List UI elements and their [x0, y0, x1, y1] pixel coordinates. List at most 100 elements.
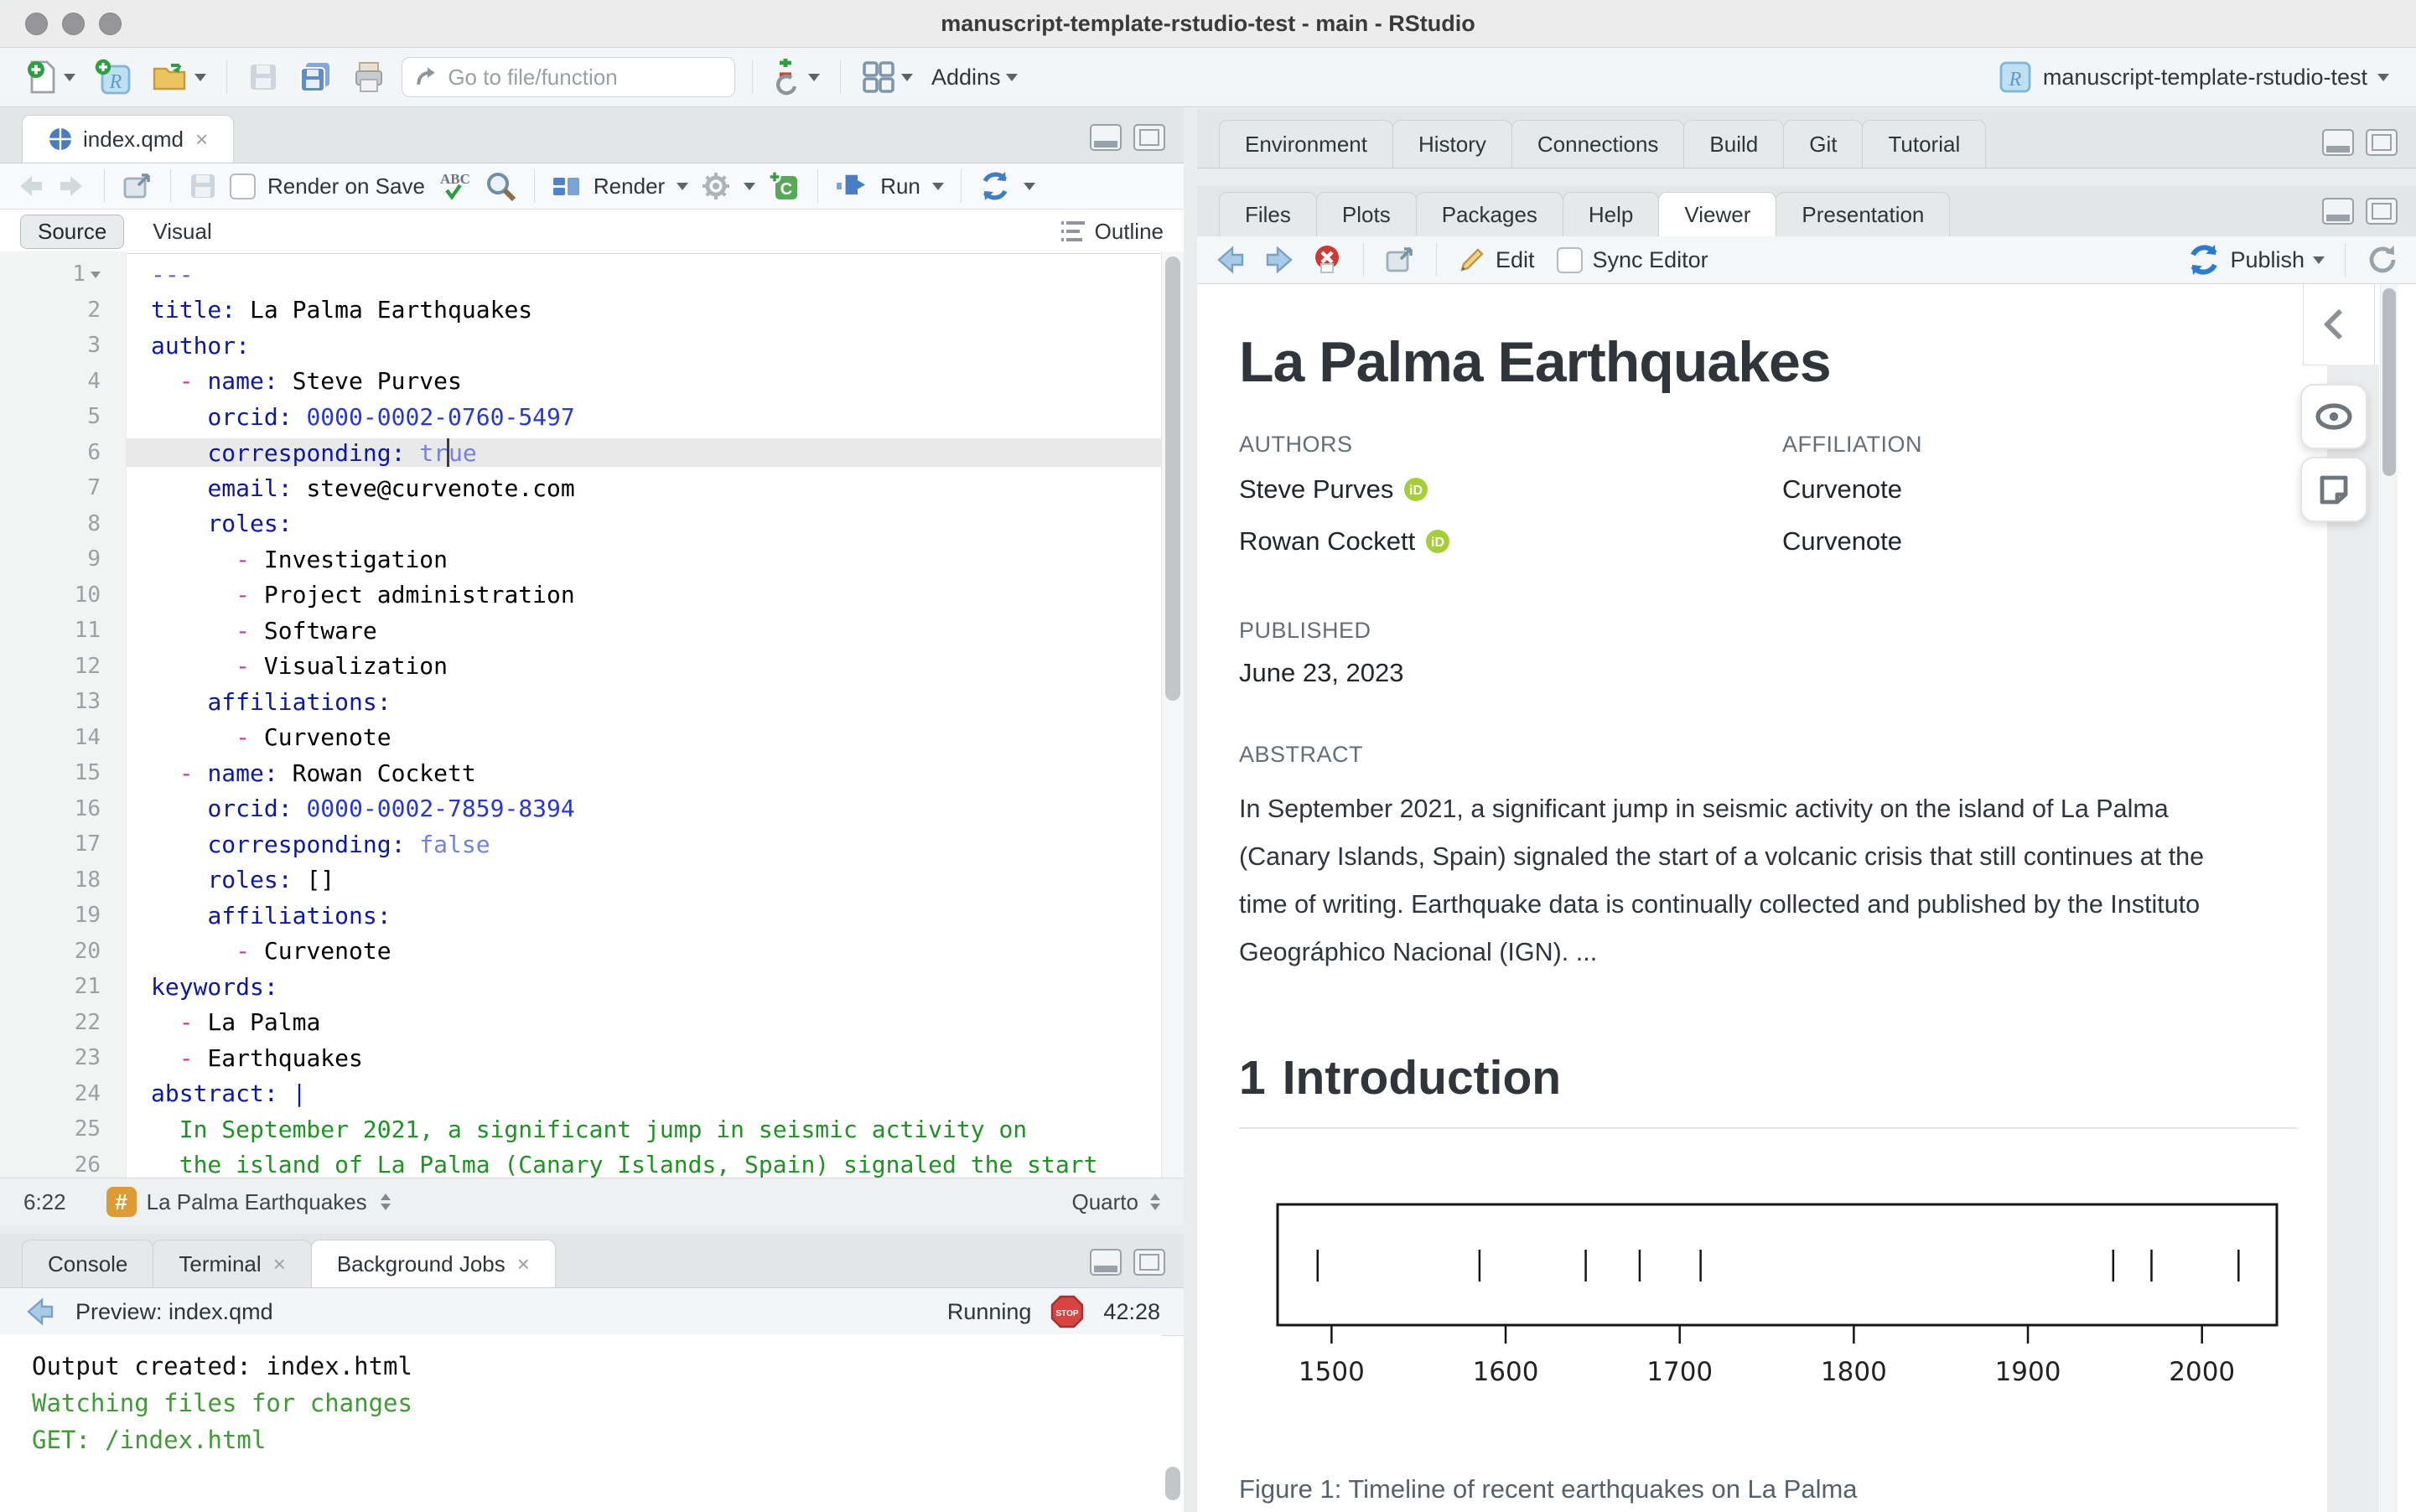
filetype-selector[interactable]: Quarto [1072, 1188, 1160, 1215]
outline-toggle[interactable]: Outline [1058, 219, 1164, 245]
viewer-forward-icon[interactable] [1262, 245, 1296, 275]
spellcheck-icon[interactable]: ABC [437, 168, 472, 204]
render-caret[interactable] [677, 183, 689, 196]
render-icon[interactable] [552, 171, 582, 201]
annotation-button[interactable] [2300, 457, 2367, 522]
code-line[interactable]: 14 - Curvenote [0, 720, 1162, 756]
save-all-button[interactable] [294, 56, 336, 98]
code-line[interactable]: 11 - Software [0, 613, 1162, 649]
maximize-pane-icon[interactable] [2366, 129, 2398, 156]
tab-background-jobs[interactable]: Background Jobs × [310, 1240, 556, 1287]
publish-button[interactable]: Publish [2186, 242, 2325, 277]
source-refresh-icon[interactable] [978, 169, 1012, 203]
render-button[interactable]: Render [594, 173, 665, 199]
maximize-pane-icon[interactable] [2366, 198, 2398, 225]
back-icon[interactable] [23, 1297, 57, 1327]
minimize-pane-icon[interactable] [2322, 129, 2354, 156]
code-line[interactable]: 2 title: La Palma Earthquakes [0, 293, 1162, 329]
code-line[interactable]: 18 roles: [] [0, 862, 1162, 898]
tab-tutorial[interactable]: Tutorial [1862, 120, 1987, 168]
viewer-back-icon[interactable] [1214, 245, 1247, 275]
refresh-icon[interactable] [2366, 243, 2399, 277]
tab-connections[interactable]: Connections [1511, 120, 1685, 168]
tab-terminal[interactable]: Terminal × [153, 1240, 312, 1287]
print-button[interactable] [348, 56, 390, 98]
console-scrollbar-thumb[interactable] [1165, 1467, 1180, 1500]
code-line[interactable]: 7 email: steve@curvenote.com [0, 470, 1162, 506]
run-caret[interactable] [931, 183, 944, 196]
tab-plots[interactable]: Plots [1315, 192, 1417, 236]
close-window-button[interactable] [25, 13, 48, 35]
publish-caret[interactable] [2313, 256, 2325, 270]
open-in-new-window-icon[interactable] [122, 172, 153, 200]
render-on-save-checkbox[interactable] [230, 173, 256, 199]
insert-chunk-icon[interactable]: C [767, 169, 801, 203]
tab-build[interactable]: Build [1683, 120, 1785, 168]
code-line[interactable]: 16 orcid: 0000-0002-7859-8394 [0, 791, 1162, 827]
code-line[interactable]: 4 - name: Steve Purves [0, 364, 1162, 400]
back-icon[interactable] [15, 173, 45, 199]
console-output[interactable]: Output created: index.html Watching file… [0, 1334, 1162, 1512]
stop-icon[interactable]: STOP [1050, 1294, 1085, 1329]
tab-presentation[interactable]: Presentation [1776, 192, 1951, 236]
visual-mode-button[interactable]: Visual [146, 215, 218, 248]
code-editor[interactable]: 1 --- 2 title: La Palma Earthquakes 3 author:… [0, 251, 1162, 1178]
run-icon[interactable] [835, 173, 868, 199]
find-icon[interactable] [484, 169, 517, 203]
tab-environment[interactable]: Environment [1219, 120, 1393, 168]
minimize-pane-icon[interactable] [1090, 124, 1122, 151]
edit-button[interactable]: Edit [1457, 245, 1535, 275]
open-file-caret[interactable] [194, 74, 206, 87]
code-line[interactable]: 6 corresponding: true [0, 435, 1162, 471]
save-button[interactable] [244, 58, 283, 96]
tab-git[interactable]: Git [1783, 120, 1864, 168]
save-icon[interactable] [188, 171, 218, 201]
project-caret[interactable] [2377, 74, 2389, 87]
goto-input[interactable] [446, 63, 723, 91]
source-refresh-caret[interactable] [1023, 183, 1035, 196]
code-line[interactable]: 23 - Earthquakes [0, 1040, 1162, 1076]
editor-scrollbar-thumb[interactable] [1165, 256, 1180, 701]
version-control-caret[interactable] [808, 74, 820, 87]
gear-icon[interactable] [700, 170, 732, 202]
maximize-pane-icon[interactable] [1133, 124, 1165, 151]
code-line[interactable]: 22 - La Palma [0, 1005, 1162, 1041]
code-line[interactable]: 15 - name: Rowan Cockett [0, 755, 1162, 791]
gear-caret[interactable] [744, 183, 756, 196]
tab-files[interactable]: Files [1219, 192, 1317, 236]
code-line[interactable]: 17 corresponding: false [0, 826, 1162, 862]
minimize-pane-icon[interactable] [1090, 1249, 1122, 1276]
open-file-button[interactable] [148, 57, 210, 97]
collapse-panel-button[interactable] [2303, 284, 2375, 365]
code-line[interactable]: 26 the island of La Palma (Canary Island… [0, 1147, 1162, 1178]
sync-editor-checkbox[interactable] [1556, 246, 1583, 273]
panes-caret[interactable] [901, 74, 913, 87]
code-line[interactable]: 13 affiliations: [0, 684, 1162, 720]
reader-view-button[interactable] [2300, 384, 2367, 449]
code-line[interactable]: 8 roles: [0, 506, 1162, 542]
code-line[interactable]: 24 abstract: | [0, 1076, 1162, 1112]
minimize-pane-icon[interactable] [2322, 198, 2354, 225]
goto-file-function[interactable] [402, 57, 735, 97]
orcid-icon[interactable]: iD [1425, 529, 1450, 554]
code-line[interactable]: 20 - Curvenote [0, 934, 1162, 970]
fold-icon[interactable] [91, 271, 101, 283]
workspace-panes-button[interactable] [858, 56, 916, 98]
section-selector[interactable]: # La Palma Earthquakes [106, 1187, 391, 1217]
code-line[interactable]: 25 In September 2021, a significant jump… [0, 1111, 1162, 1147]
close-tab-icon[interactable]: × [273, 1251, 286, 1277]
new-file-button[interactable] [22, 55, 79, 99]
forward-icon[interactable] [57, 173, 87, 199]
minimize-window-button[interactable] [62, 13, 85, 35]
version-control-button[interactable] [770, 54, 823, 100]
source-mode-button[interactable]: Source [20, 214, 125, 249]
addins-button[interactable]: Addins [928, 61, 1021, 94]
run-button[interactable]: Run [880, 173, 920, 199]
addins-caret[interactable] [1005, 74, 1018, 87]
zoom-window-button[interactable] [99, 13, 122, 35]
tab-packages[interactable]: Packages [1415, 192, 1563, 236]
project-menu-button[interactable]: R manuscript-template-rstudio-test [1998, 60, 2389, 95]
open-in-browser-icon[interactable] [1384, 246, 1416, 274]
editor-scrollbar[interactable] [1161, 251, 1184, 1178]
tab-index-qmd[interactable]: index.qmd × [22, 115, 235, 163]
